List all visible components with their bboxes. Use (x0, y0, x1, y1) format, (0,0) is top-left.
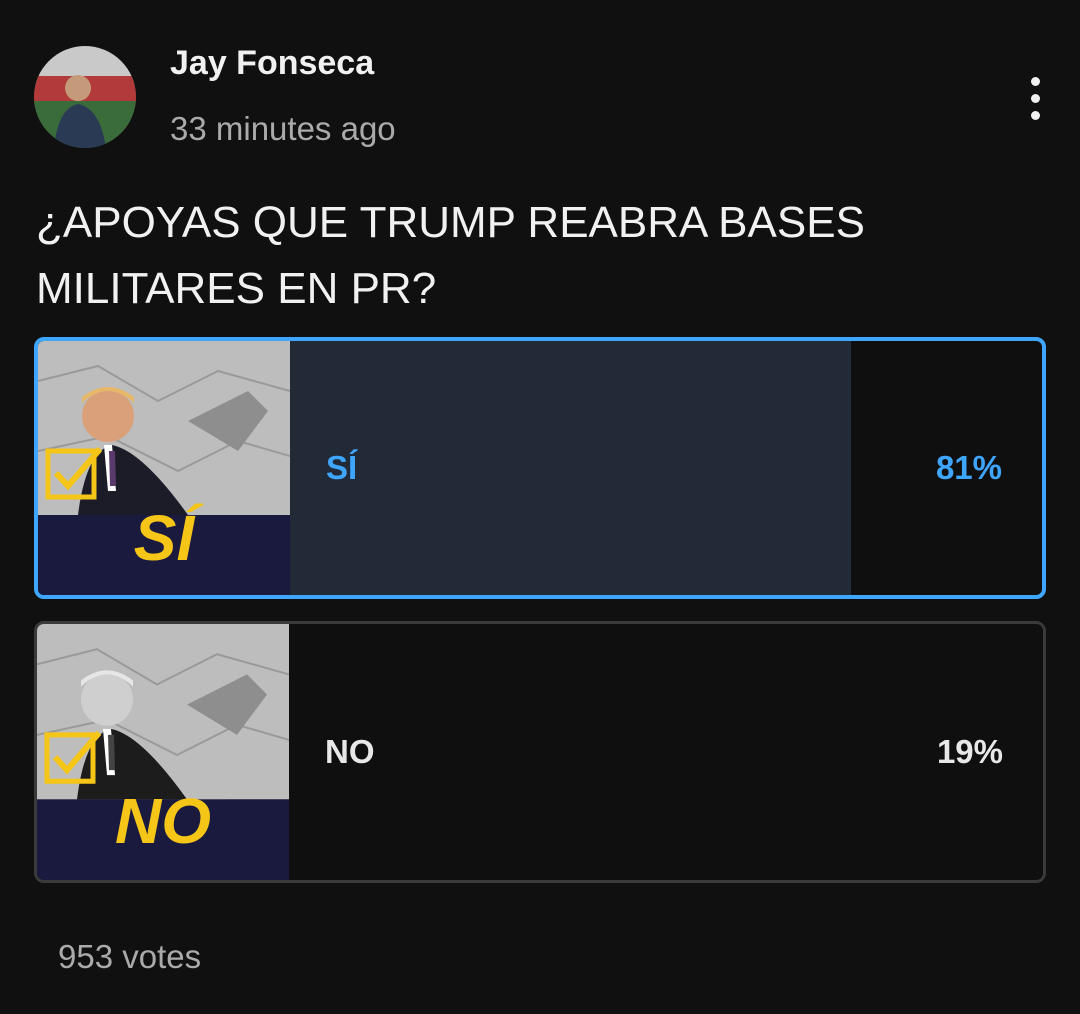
poll-option-label: NO (325, 733, 375, 770)
thumbnail-si-text: SÍ (133, 502, 195, 574)
more-options-button[interactable] (1010, 70, 1060, 126)
poll-option-label: SÍ (326, 449, 358, 486)
post-timestamp: 33 minutes ago (170, 110, 396, 147)
poll-option-thumbnail: NO (37, 624, 289, 880)
vote-count: 953 votes (58, 938, 202, 975)
thumbnail-no-text: NO (115, 785, 211, 857)
poll-option-percent: 19% (936, 733, 1003, 770)
poll-option-percent: 81% (935, 449, 1002, 486)
author-avatar[interactable] (34, 46, 136, 148)
poll-option-no[interactable]: NO NO 19% (34, 621, 1046, 883)
poll-option-si[interactable]: SÍ SÍ 81% (34, 337, 1046, 599)
poll-option-thumbnail: SÍ (38, 341, 290, 595)
more-vert-icon (1030, 76, 1040, 86)
poll-question: ¿APOYAS QUE TRUMP REABRA BASES MILITARES… (36, 198, 865, 313)
author-name[interactable]: Jay Fonseca (170, 44, 374, 83)
